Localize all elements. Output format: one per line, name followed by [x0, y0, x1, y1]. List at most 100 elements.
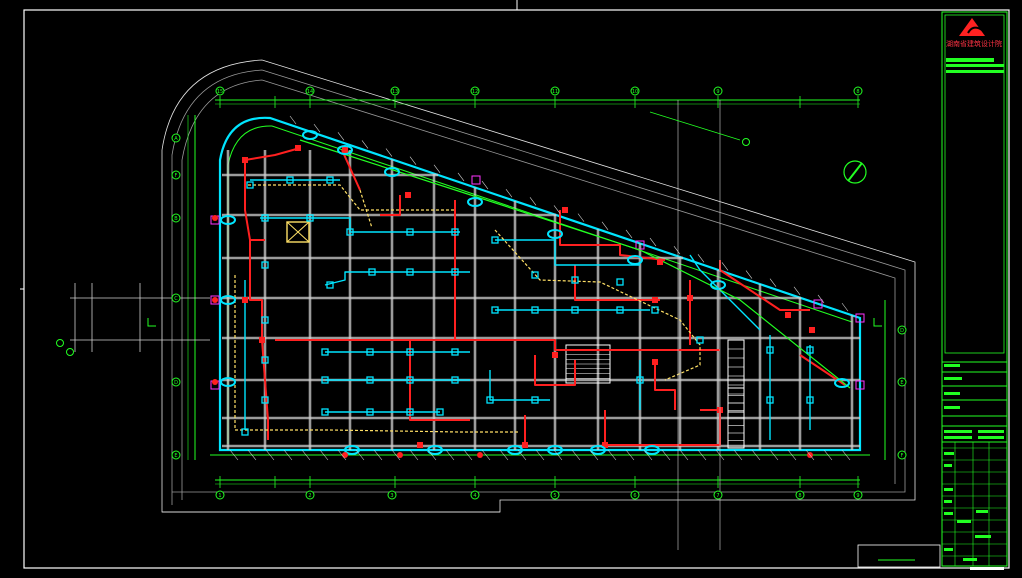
site-boundary-line	[161, 59, 916, 513]
title-block: 湖南省建筑设计院	[941, 11, 1008, 570]
axis-bubble-bottom-0: 1	[215, 490, 225, 500]
axis-label: 4	[473, 493, 476, 499]
axis-label: D	[174, 380, 178, 386]
supply-duct-north	[380, 195, 401, 216]
scale-box	[857, 544, 941, 568]
equipment-symbols	[212, 115, 851, 461]
air-diffuser	[616, 278, 624, 286]
supply-duct-main	[275, 339, 720, 351]
supply-outlet	[652, 359, 658, 365]
axis-label: 7	[716, 493, 719, 499]
supply-outlet	[652, 297, 658, 303]
envelope-inner	[227, 125, 853, 444]
damper-mark	[477, 452, 483, 458]
axis-bubble-top-4: 11	[550, 86, 560, 96]
axis-label: 11	[552, 89, 558, 95]
axis-bubble-left-1: B	[171, 213, 181, 223]
axis-label: 8	[798, 493, 801, 499]
axis-bubble-bottom-4: 5	[550, 490, 560, 500]
supply-outlet	[687, 295, 693, 301]
axis-bubble-bottom-3: 4	[470, 490, 480, 500]
axis-bubble-left-4: E	[171, 450, 181, 460]
axis-label: E	[174, 453, 177, 459]
axis-bubbles: 15 14 13 12 11 10 9 81 2 3 4 5 6 7 8 9ABCDEFFED	[171, 86, 907, 500]
axis-label: C	[174, 296, 178, 302]
axis-bubble-bottom-8: 9	[853, 490, 863, 500]
supply-outlet	[562, 207, 568, 213]
axis-label: B	[174, 216, 178, 222]
reference-lines-left	[56, 283, 210, 356]
axis-bubble-top-0: 15	[215, 86, 225, 96]
axis-bubble-left-5: F	[171, 170, 181, 180]
supply-duct-se	[654, 360, 676, 410]
supply-outlet	[405, 192, 411, 198]
damper-mark	[342, 452, 348, 458]
site-outline	[161, 59, 916, 513]
axis-label: 1	[218, 493, 221, 499]
supply-outlet	[785, 312, 791, 318]
wall-marker	[471, 175, 481, 185]
axis-bubble-top-2: 13	[390, 86, 400, 96]
axis-label: 15	[217, 89, 223, 95]
axis-bubble-top-6: 9	[713, 86, 723, 96]
axis-bubble-top-1: 14	[305, 86, 315, 96]
supply-duct-nw	[244, 147, 301, 161]
axis-bubble-right-2: D	[897, 325, 907, 335]
axis-label: 3	[390, 493, 393, 499]
supply-outlet	[522, 442, 528, 448]
supply-duct-south-c	[604, 409, 721, 446]
axis-label: 9	[716, 89, 719, 95]
return-duct-ne	[495, 239, 640, 266]
axis-label: 8	[856, 89, 859, 95]
supply-outlet	[552, 352, 558, 358]
damper-mark	[212, 297, 218, 303]
axis-bubble-bottom-6: 7	[713, 490, 723, 500]
axis-label: 14	[307, 89, 313, 95]
axis-bubble-bottom-2: 3	[387, 490, 397, 500]
axis-label: 2	[308, 493, 311, 499]
damper-mark	[212, 379, 218, 385]
supply-outlet	[417, 442, 423, 448]
site-boundary-line	[181, 79, 896, 500]
axis-bubble-right-0: F	[897, 450, 907, 460]
site-boundary-line	[171, 69, 906, 505]
air-diffuser	[651, 306, 659, 314]
axis-bubble-bottom-5: 6	[630, 490, 640, 500]
axis-bubble-top-7: 8	[853, 86, 863, 96]
supply-outlet	[259, 337, 265, 343]
axis-label: 5	[553, 493, 556, 499]
supply-outlet	[657, 259, 663, 265]
exhaust-duct-north	[248, 184, 455, 211]
cad-drawing-viewport[interactable]: 湖南省建筑设计院 15 14 13 12 11 10 9 8 1 2 3 4 5…	[0, 0, 1022, 578]
supply-outlet	[242, 297, 248, 303]
axis-bubble-left-2: C	[171, 293, 181, 303]
axis-label: D	[900, 328, 904, 334]
supply-outlet	[809, 327, 815, 333]
reference-lines-right	[649, 100, 882, 550]
axis-label: 9	[856, 493, 859, 499]
axis-label: 13	[392, 89, 398, 95]
triangle-logo-icon	[959, 18, 985, 36]
axis-bubble-bottom-1: 2	[305, 490, 315, 500]
floor-plan-drawing: 湖南省建筑设计院 15 14 13 12 11 10 9 81 2 3 4 5 …	[20, 0, 1010, 570]
axis-label: F	[901, 453, 904, 459]
duct-system	[234, 139, 851, 446]
axis-bubble-top-3: 12	[470, 86, 480, 96]
return-duct-mid	[324, 271, 470, 286]
axis-label: F	[175, 173, 178, 179]
axis-bubble-right-1: E	[897, 377, 907, 387]
axis-label: 10	[632, 89, 638, 95]
axis-bubble-left-3: D	[171, 377, 181, 387]
axis-label: 6	[633, 493, 636, 499]
supply-outlet	[342, 147, 348, 153]
supply-outlet	[295, 145, 301, 151]
north-arrow-icon	[843, 160, 867, 184]
axis-label: 12	[472, 89, 478, 95]
axis-bubble-bottom-7: 8	[795, 490, 805, 500]
company-name: 湖南省建筑设计院	[946, 39, 1002, 48]
axis-label: E	[900, 380, 903, 386]
damper-mark	[212, 215, 218, 221]
axis-label: A	[174, 136, 178, 142]
axis-bubble-top-5: 10	[630, 86, 640, 96]
supply-outlet	[242, 157, 248, 163]
